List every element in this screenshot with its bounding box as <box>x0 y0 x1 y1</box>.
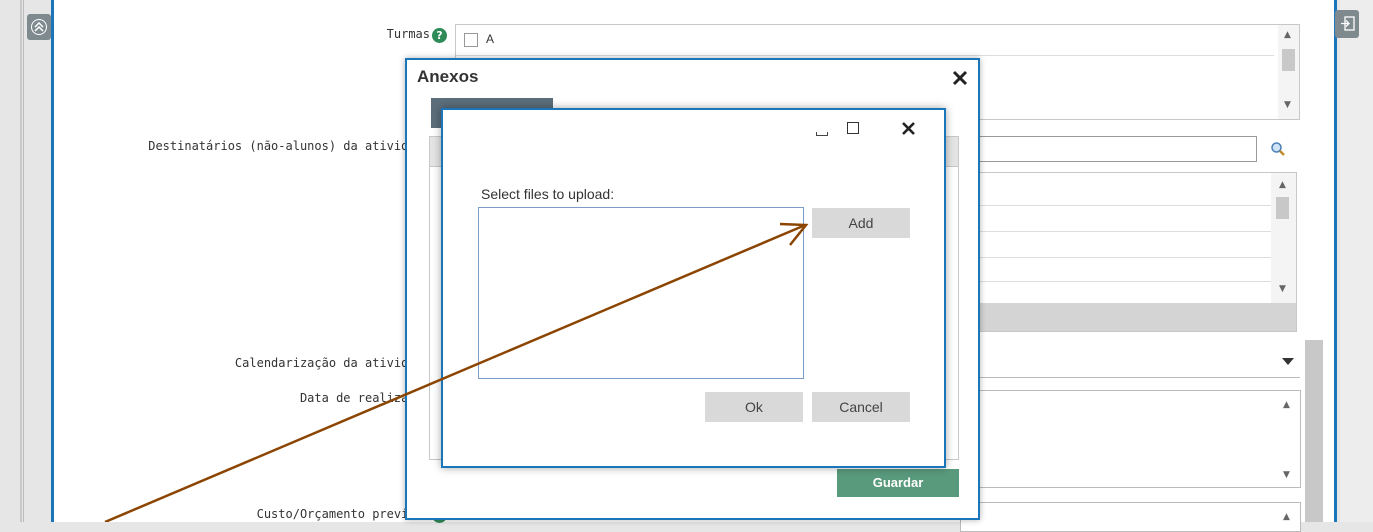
turmas-option-label: A <box>486 32 495 46</box>
turmas-scrollbar[interactable]: ▲ ▼ <box>1278 25 1299 119</box>
upload-prompt: Select files to upload: <box>481 186 615 202</box>
right-panel <box>1340 0 1373 522</box>
destinatarios-scrollbar[interactable]: ▲ ▼ <box>1271 173 1296 303</box>
sign-in-icon <box>1341 16 1355 31</box>
turmas-help-icon[interactable]: ? <box>432 28 447 43</box>
file-list-box[interactable] <box>478 207 804 379</box>
collapse-button[interactable] <box>27 14 51 40</box>
minimize-icon[interactable] <box>816 132 828 136</box>
scroll-up-icon[interactable]: ▲ <box>1283 513 1290 522</box>
scroll-thumb[interactable] <box>1282 49 1295 71</box>
destinatarios-footer <box>961 303 1296 331</box>
destinatarios-input[interactable] <box>960 136 1257 162</box>
scroll-down-icon[interactable]: ▼ <box>1283 471 1290 480</box>
scroll-up-icon[interactable]: ▲ <box>1279 181 1286 190</box>
guardar-button[interactable]: Guardar <box>837 469 959 497</box>
scroll-down-icon[interactable]: ▼ <box>1284 101 1291 110</box>
close-icon[interactable] <box>901 121 916 136</box>
scroll-up-icon[interactable]: ▲ <box>1284 31 1291 40</box>
custo-label: Custo/Orçamento previsto <box>256 507 430 521</box>
scroll-thumb[interactable] <box>1276 197 1289 219</box>
scroll-down-icon[interactable]: ▼ <box>1279 285 1286 294</box>
maximize-icon[interactable] <box>847 122 859 134</box>
calendarizacao-label: Calendarização da atividade <box>234 356 430 370</box>
destinatarios-label: Destinatários (não-alunos) da atividade <box>148 139 430 153</box>
cancel-button[interactable]: Cancel <box>812 392 910 422</box>
left-ruler <box>0 0 24 522</box>
calendarizacao-select[interactable] <box>960 350 1300 378</box>
page-scrollbar[interactable] <box>1305 340 1323 522</box>
data-realizacao-label: Data de realização <box>299 391 430 405</box>
upload-dialog: Select files to upload: Add Ok Cancel <box>441 108 946 468</box>
anexos-title: Anexos <box>417 67 479 86</box>
destinatarios-listbox[interactable]: ▲ ▼ <box>960 172 1297 332</box>
chevron-down-icon <box>1282 358 1294 365</box>
ok-button[interactable]: Ok <box>705 392 803 422</box>
search-icon[interactable] <box>1270 141 1286 157</box>
scroll-up-icon[interactable]: ▲ <box>1283 401 1290 410</box>
data-realizacao-textarea[interactable]: ▲ ▼ <box>960 390 1301 488</box>
exit-button[interactable] <box>1335 10 1359 38</box>
turmas-checkbox[interactable] <box>464 33 478 47</box>
close-icon[interactable] <box>952 70 968 86</box>
add-button[interactable]: Add <box>812 208 910 238</box>
custo-textarea[interactable]: ▲ <box>960 502 1301 532</box>
turmas-label: Turmas <box>386 27 430 41</box>
